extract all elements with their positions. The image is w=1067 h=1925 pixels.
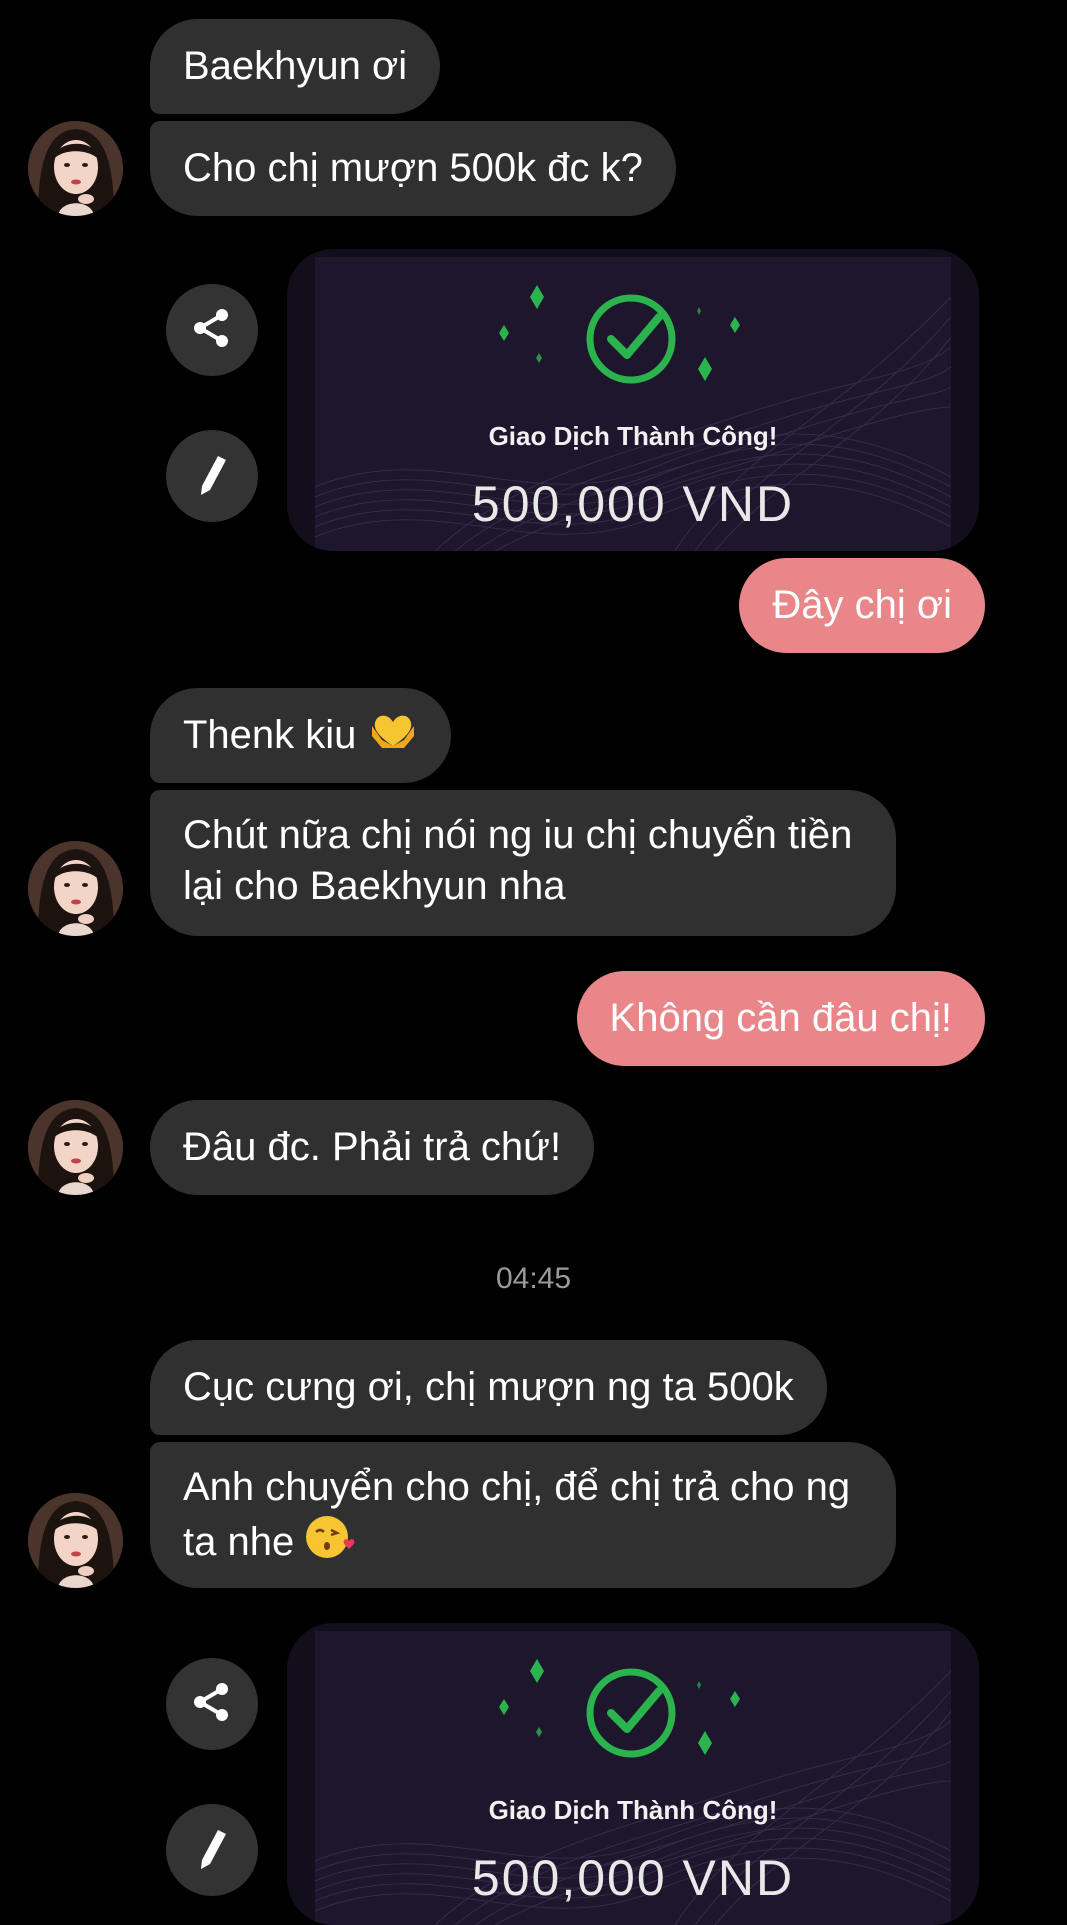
message-text: Baekhyun ơi [183, 44, 408, 88]
contact-avatar[interactable] [28, 841, 123, 936]
message-bubble-incoming[interactable]: Cho chị mượn 500k đc k? [150, 121, 676, 216]
kissing-heart-emoji [305, 1513, 355, 1558]
message-text: Anh chuyển cho chị, để chị trả cho ng ta… [183, 1465, 851, 1564]
contact-avatar[interactable] [28, 1100, 123, 1195]
contact-avatar[interactable] [28, 1493, 123, 1588]
share-icon [188, 1678, 236, 1731]
message-text: Cho chị mượn 500k đc k? [183, 146, 643, 190]
receipt-status: Giao Dịch Thành Công! [488, 421, 778, 451]
transfer-receipt-card[interactable]: Giao Dịch Thành Công! 500,000 VND [287, 1623, 979, 1925]
heart-hands-emoji [368, 710, 418, 754]
share-button[interactable] [166, 1658, 258, 1750]
receipt-amount: 500,000 VND [471, 476, 795, 532]
message-bubble-outgoing[interactable]: Đây chị ơi [739, 558, 985, 653]
message-text: Cục cưng ơi, chị mượn ng ta 500k [183, 1365, 794, 1409]
pencil-icon [188, 450, 236, 503]
pencil-icon [188, 1824, 236, 1877]
share-icon [188, 304, 236, 357]
transfer-receipt-card[interactable]: Giao Dịch Thành Công! 500,000 VND [287, 249, 979, 551]
edit-button[interactable] [166, 1804, 258, 1896]
message-bubble-incoming[interactable]: Baekhyun ơi [150, 19, 441, 114]
share-button[interactable] [166, 284, 258, 376]
receipt-panel: Giao Dịch Thành Công! 500,000 VND [315, 1631, 951, 1925]
message-timestamp: 04:45 [495, 1262, 572, 1295]
message-text: Đâu đc. Phải trả chứ! [183, 1125, 562, 1169]
receipt-amount: 500,000 VND [471, 1850, 795, 1906]
message-bubble-incoming[interactable]: Cục cưng ơi, chị mượn ng ta 500k [150, 1340, 827, 1435]
message-bubble-incoming[interactable]: Thenk kiu [150, 688, 451, 783]
message-bubble-incoming[interactable]: Đâu đc. Phải trả chứ! [150, 1100, 595, 1195]
contact-avatar[interactable] [28, 121, 123, 216]
receipt-status: Giao Dịch Thành Công! [488, 1795, 778, 1825]
message-text: Đây chị ơi [772, 583, 952, 627]
message-text: Chút nữa chị nói ng iu chị chuyển tiền l… [183, 813, 853, 908]
message-bubble-incoming[interactable]: Chút nữa chị nói ng iu chị chuyển tiền l… [150, 790, 896, 936]
receipt-panel: Giao Dịch Thành Công! 500,000 VND [315, 257, 951, 551]
message-text: Không cần đâu chị! [609, 996, 952, 1040]
message-bubble-outgoing[interactable]: Không cần đâu chị! [576, 971, 985, 1066]
message-bubble-incoming[interactable]: Anh chuyển cho chị, để chị trả cho ng ta… [150, 1442, 896, 1588]
message-text: Thenk kiu [183, 713, 357, 757]
edit-button[interactable] [166, 430, 258, 522]
